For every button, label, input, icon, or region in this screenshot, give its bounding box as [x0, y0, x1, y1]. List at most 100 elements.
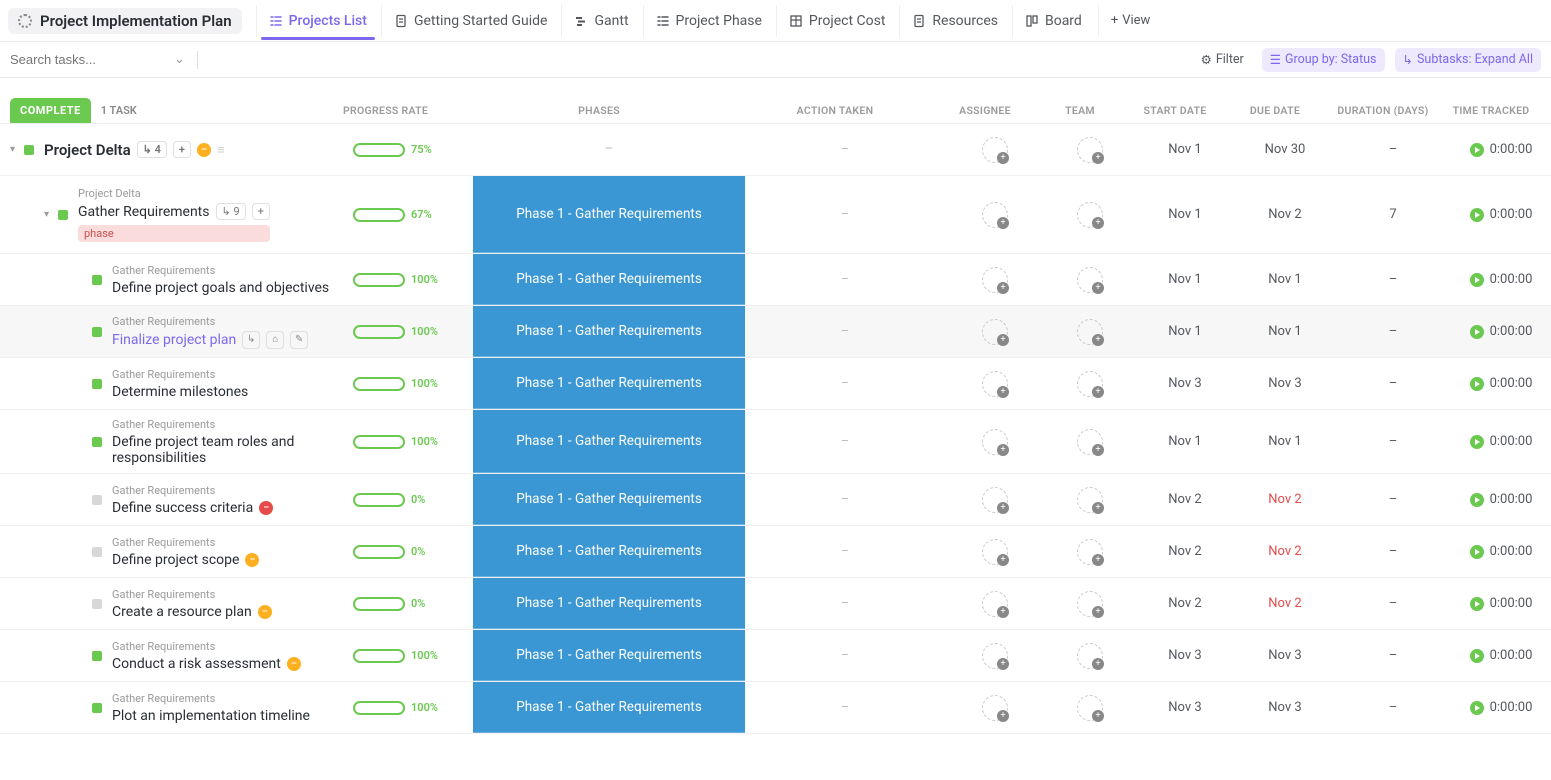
team-cell[interactable] — [1045, 474, 1135, 525]
task-row[interactable]: Gather RequirementsDefine project scope … — [0, 526, 1551, 578]
tab-project-cost[interactable]: Project Cost — [776, 5, 897, 37]
duration-cell[interactable]: – — [1335, 682, 1451, 733]
priority-icon[interactable]: – — [245, 553, 259, 567]
due-date-cell[interactable]: Nov 3 — [1235, 358, 1335, 409]
due-date-cell[interactable]: Nov 2 — [1235, 578, 1335, 629]
expand-caret-icon[interactable]: ▾ — [10, 144, 20, 155]
team-cell[interactable] — [1045, 306, 1135, 357]
assignee-placeholder-icon[interactable] — [982, 202, 1008, 228]
assignee-placeholder-icon[interactable] — [982, 319, 1008, 345]
phase-cell[interactable]: Phase 1 - Gather Requirements — [473, 474, 745, 525]
progress-cell[interactable]: 100% — [353, 410, 473, 473]
team-cell[interactable] — [1045, 176, 1135, 253]
status-square-icon[interactable] — [92, 703, 102, 713]
team-placeholder-icon[interactable] — [1077, 429, 1103, 455]
time-cell[interactable]: 0:00:00 — [1451, 682, 1551, 733]
time-cell[interactable]: 0:00:00 — [1451, 630, 1551, 681]
action-cell[interactable]: – — [745, 630, 945, 681]
tag-phase[interactable]: phase — [78, 225, 270, 242]
team-placeholder-icon[interactable] — [1077, 487, 1103, 513]
progress-cell[interactable]: 75% — [353, 124, 473, 175]
priority-icon[interactable]: – — [287, 657, 301, 671]
team-cell[interactable] — [1045, 254, 1135, 305]
assignee-placeholder-icon[interactable] — [982, 371, 1008, 397]
task-row[interactable]: Gather RequirementsFinalize project plan… — [0, 306, 1551, 358]
phase-cell[interactable]: Phase 1 - Gather Requirements — [473, 526, 745, 577]
col-progress[interactable]: PROGRESS RATE — [343, 104, 463, 117]
phase-cell[interactable]: Phase 1 - Gather Requirements — [473, 578, 745, 629]
col-duration[interactable]: DURATION (DAYS) — [1325, 104, 1441, 117]
play-icon[interactable] — [1470, 273, 1484, 287]
action-cell[interactable]: – — [745, 124, 945, 175]
play-icon[interactable] — [1470, 701, 1484, 715]
time-cell[interactable]: 0:00:00 — [1451, 358, 1551, 409]
due-date-cell[interactable]: Nov 1 — [1235, 254, 1335, 305]
task-row[interactable]: Gather RequirementsConduct a risk assess… — [0, 630, 1551, 682]
team-placeholder-icon[interactable] — [1077, 695, 1103, 721]
progress-cell[interactable]: 100% — [353, 630, 473, 681]
col-team[interactable]: TEAM — [1035, 104, 1125, 117]
team-cell[interactable] — [1045, 526, 1135, 577]
assignee-placeholder-icon[interactable] — [982, 695, 1008, 721]
duration-cell[interactable]: – — [1335, 578, 1451, 629]
status-badge[interactable]: COMPLETE — [10, 98, 91, 123]
add-view-button[interactable]: + View — [1098, 5, 1163, 36]
status-square-icon[interactable] — [58, 210, 68, 220]
tab-getting-started-guide[interactable]: Getting Started Guide — [381, 5, 560, 37]
status-square-icon[interactable] — [92, 547, 102, 557]
subtask-count[interactable]: ↳ 4 — [137, 141, 167, 158]
assignee-placeholder-icon[interactable] — [982, 591, 1008, 617]
assignee-placeholder-icon[interactable] — [982, 137, 1008, 163]
duration-cell[interactable]: – — [1335, 526, 1451, 577]
status-square-icon[interactable] — [24, 145, 34, 155]
assignee-cell[interactable] — [945, 682, 1045, 733]
assignee-cell[interactable] — [945, 358, 1045, 409]
description-icon[interactable]: ≡ — [217, 142, 225, 158]
task-name[interactable]: Define project goals and objectives — [112, 280, 329, 296]
assignee-cell[interactable] — [945, 254, 1045, 305]
phase-cell[interactable]: Phase 1 - Gather Requirements — [473, 176, 745, 253]
team-placeholder-icon[interactable] — [1077, 591, 1103, 617]
team-placeholder-icon[interactable] — [1077, 137, 1103, 163]
time-cell[interactable]: 0:00:00 — [1451, 410, 1551, 473]
task-name[interactable]: Conduct a risk assessment – — [112, 656, 301, 672]
start-date-cell[interactable]: Nov 3 — [1135, 630, 1235, 681]
priority-icon[interactable]: – — [197, 143, 211, 157]
assignee-placeholder-icon[interactable] — [982, 643, 1008, 669]
task-name[interactable]: Define project team roles and responsibi… — [112, 434, 343, 466]
progress-cell[interactable]: 100% — [353, 358, 473, 409]
start-date-cell[interactable]: Nov 3 — [1135, 682, 1235, 733]
status-square-icon[interactable] — [92, 327, 102, 337]
action-cell[interactable]: – — [745, 474, 945, 525]
edit-icon[interactable]: ✎ — [290, 331, 308, 349]
filter-button[interactable]: ⚙ Filter — [1193, 48, 1252, 72]
start-date-cell[interactable]: Nov 1 — [1135, 306, 1235, 357]
action-cell[interactable]: – — [745, 176, 945, 253]
team-placeholder-icon[interactable] — [1077, 371, 1103, 397]
col-time[interactable]: TIME TRACKED — [1441, 104, 1541, 117]
col-start[interactable]: START DATE — [1125, 104, 1225, 117]
task-row[interactable]: ▾Project DeltaGather Requirements ↳ 9 +p… — [0, 176, 1551, 254]
assignee-cell[interactable] — [945, 176, 1045, 253]
duration-cell[interactable]: – — [1335, 474, 1451, 525]
start-date-cell[interactable]: Nov 1 — [1135, 254, 1235, 305]
action-cell[interactable]: – — [745, 358, 945, 409]
task-name[interactable]: Define project scope – — [112, 552, 259, 568]
tab-project-phase[interactable]: Project Phase — [643, 5, 774, 37]
due-date-cell[interactable]: Nov 2 — [1235, 526, 1335, 577]
task-name[interactable]: Project Delta ↳ 4 + – ≡ — [44, 141, 225, 159]
phase-cell[interactable]: Phase 1 - Gather Requirements — [473, 254, 745, 305]
assignee-cell[interactable] — [945, 306, 1045, 357]
expand-caret-icon[interactable]: ▾ — [44, 209, 54, 220]
start-date-cell[interactable]: Nov 1 — [1135, 410, 1235, 473]
progress-cell[interactable]: 0% — [353, 474, 473, 525]
due-date-cell[interactable]: Nov 30 — [1235, 124, 1335, 175]
task-row[interactable]: Gather RequirementsPlot an implementatio… — [0, 682, 1551, 734]
duration-cell[interactable]: – — [1335, 124, 1451, 175]
status-square-icon[interactable] — [92, 651, 102, 661]
due-date-cell[interactable]: Nov 1 — [1235, 410, 1335, 473]
tag-icon[interactable]: ⌂ — [266, 331, 284, 349]
phase-cell[interactable]: – — [473, 124, 745, 175]
assignee-placeholder-icon[interactable] — [982, 539, 1008, 565]
task-name[interactable]: Gather Requirements ↳ 9 + — [78, 203, 270, 220]
